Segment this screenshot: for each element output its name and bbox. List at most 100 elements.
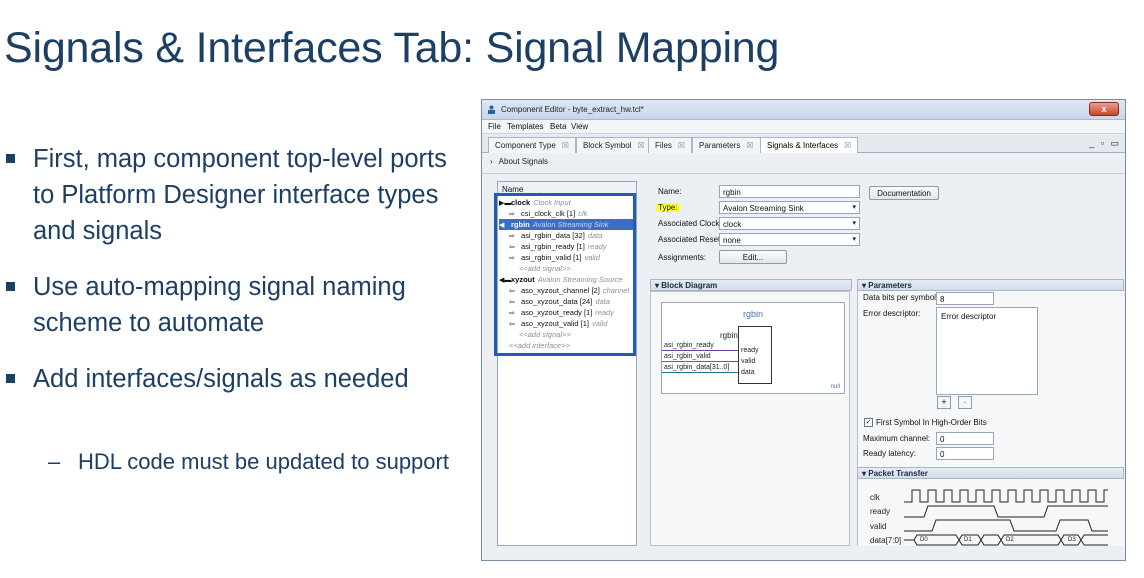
name-input[interactable]: rgbin — [719, 185, 860, 198]
first-symbol-label: First Symbol In High-Order Bits — [876, 418, 987, 427]
view-controls[interactable]: _ ▫ ▭ — [1089, 138, 1121, 149]
tree-row[interactable]: ⇦ aso_xyzout_channel [2] channel — [509, 285, 635, 296]
about-signals-toggle[interactable]: › About Signals — [490, 157, 548, 166]
tree-row-type: ready — [595, 308, 615, 317]
chevron-down-icon: ▾ — [862, 281, 867, 290]
packet-transfer-header[interactable]: ▾ Packet Transfer — [857, 467, 1124, 479]
chevron-right-icon: › — [490, 157, 493, 166]
tab-signals-interfaces[interactable]: Signals & Interfaces ☒ — [760, 137, 859, 153]
tree-row-type: data — [587, 231, 603, 240]
title-bar[interactable]: Component Editor - byte_extract_hw.tcl* … — [482, 100, 1125, 120]
tab-bar: Component Type ☒ Block Symbol ☒ Files ☒ Par… — [482, 135, 1125, 153]
type-value: Avalon Streaming Sink — [723, 204, 804, 213]
chevron-down-icon: ▾ — [655, 281, 660, 290]
bullet-list: First, map component top-level ports to … — [0, 0, 470, 578]
window-title: Component Editor - byte_extract_hw.tcl* — [501, 105, 644, 114]
clk-waveform — [904, 489, 1108, 503]
tab-files[interactable]: Files ☒ — [648, 137, 693, 153]
add-item-placeholder[interactable]: <<add signal>> — [519, 264, 571, 273]
tree-row[interactable]: <<add signal>> — [519, 329, 645, 340]
tree-row[interactable]: ⇦ aso_xyzout_data [24] data — [509, 296, 635, 307]
tree-row-name: clock — [511, 198, 531, 207]
diagram-box-label: rgbin — [720, 331, 738, 340]
tab-close-icon[interactable]: ☒ — [844, 141, 851, 150]
tree-row[interactable]: ⇦ aso_xyzout_valid [1] valid — [509, 318, 635, 329]
remove-button[interactable]: - — [958, 396, 972, 409]
tree-row[interactable]: <<add interface>> — [509, 340, 645, 351]
tree-row[interactable]: ◀▬xyzout Avalon Streaming Source — [499, 274, 635, 285]
add-item-placeholder[interactable]: <<add signal>> — [519, 330, 571, 339]
tree-row-name: asi_rgbin_valid [1] — [521, 253, 582, 262]
tab-label: Parameters — [699, 141, 741, 150]
tree-row[interactable]: ◀ rgbin Avalon Streaming Sink — [499, 219, 635, 230]
menu-bar: File Templates Beta View — [482, 120, 1125, 134]
tree-row-type: channel — [602, 286, 630, 295]
ready-latency-input[interactable]: 0 — [936, 447, 994, 460]
block-diagram-panel: rgbin rgbin asi_rgbin_ready asi_rgbin_va… — [650, 291, 850, 546]
tree-row-name: asi_rgbin_ready [1] — [521, 242, 585, 251]
edit-button[interactable]: Edit... — [719, 250, 787, 264]
reset-select[interactable]: none ▾ — [719, 233, 860, 246]
close-button[interactable]: x — [1089, 102, 1119, 116]
tree-row-type: Clock Input — [533, 198, 571, 207]
menu-templates[interactable]: Templates — [507, 122, 543, 131]
clock-value: clock — [723, 220, 742, 229]
tree-row-name: xyzout — [511, 275, 535, 284]
tree-row-name: rgbin — [511, 220, 530, 229]
tree-column-header: Name — [498, 182, 636, 195]
diagram-signal-valid: asi_rgbin_valid — [664, 353, 711, 360]
error-descriptor-table[interactable]: Error descriptor — [936, 307, 1038, 395]
tab-component-type[interactable]: Component Type ☒ — [488, 137, 576, 153]
documentation-button[interactable]: Documentation — [869, 186, 939, 200]
signal-wire — [662, 372, 738, 373]
bullet-square-icon — [6, 154, 15, 163]
tree-row-type: Avalon Streaming Source — [537, 275, 623, 284]
tree-row[interactable]: ⇨ csi_clock_clk [1] clk — [509, 208, 635, 219]
tab-close-icon[interactable]: ☒ — [562, 141, 569, 150]
tree-row[interactable]: ⇨ asi_rgbin_valid [1] valid — [509, 252, 635, 263]
tab-close-icon[interactable]: ☒ — [746, 141, 753, 150]
data-value-d1: D1 — [964, 537, 972, 543]
packet-transfer-title: Packet Transfer — [868, 469, 928, 478]
bullet-square-icon — [6, 282, 15, 291]
tab-close-icon[interactable]: ☒ — [678, 141, 685, 150]
reset-label: Associated Reset: — [658, 235, 723, 244]
data-bits-label: Data bits per symbol: — [863, 293, 939, 302]
block-diagram-header[interactable]: ▾ Block Diagram — [650, 279, 852, 291]
parameters-header[interactable]: ▾ Parameters — [857, 279, 1124, 291]
menu-file[interactable]: File — [488, 122, 501, 131]
clock-label: Associated Clock: — [658, 219, 722, 228]
tree-row-type: clk — [578, 209, 588, 218]
first-symbol-checkbox[interactable]: ✓ — [864, 418, 873, 427]
tab-close-icon[interactable]: ☒ — [637, 141, 644, 150]
tab-label: Signals & Interfaces — [767, 141, 839, 150]
tree-row[interactable]: ▶▬clock Clock Input — [499, 197, 635, 208]
type-select[interactable]: Avalon Streaming Sink ▾ — [719, 201, 860, 214]
clock-select[interactable]: clock ▾ — [719, 217, 860, 230]
tree-row[interactable]: ⇨ asi_rgbin_data [32] data — [509, 230, 635, 241]
tree-row[interactable]: ⇦ asi_rgbin_ready [1] ready — [509, 241, 635, 252]
tree-row-name: aso_xyzout_data [24] — [521, 297, 593, 306]
tab-parameters[interactable]: Parameters ☒ — [692, 137, 761, 153]
wave-label-valid: valid — [870, 522, 887, 531]
add-item-placeholder[interactable]: <<add interface>> — [509, 341, 570, 350]
tree-row-type: data — [595, 297, 610, 306]
diagram-interface-name: rgbin — [742, 309, 763, 319]
bullet-square-icon — [6, 374, 15, 383]
wave-label-ready: ready — [870, 507, 891, 516]
signal-wire — [662, 361, 738, 362]
diagram-signal-ready: asi_rgbin_ready — [664, 342, 714, 349]
tree-row[interactable]: <<add signal>> — [519, 263, 645, 274]
bullet-text: Add interfaces/signals as needed — [33, 365, 409, 393]
max-channel-input[interactable]: 0 — [936, 432, 994, 445]
menu-beta[interactable]: Beta — [550, 122, 566, 131]
tree-row[interactable]: ⇨ aso_xyzout_ready [1] ready — [509, 307, 635, 318]
dropdown-arrow-icon: ▾ — [852, 220, 856, 227]
tab-label: Block Symbol — [583, 141, 632, 150]
tab-block-symbol[interactable]: Block Symbol ☒ — [576, 137, 652, 153]
chevron-down-icon: ▾ — [862, 469, 867, 478]
data-bits-input[interactable]: 8 — [936, 292, 994, 305]
about-signals-label: About Signals — [498, 157, 549, 166]
add-button[interactable]: + — [937, 396, 951, 409]
menu-view[interactable]: View — [571, 122, 588, 131]
